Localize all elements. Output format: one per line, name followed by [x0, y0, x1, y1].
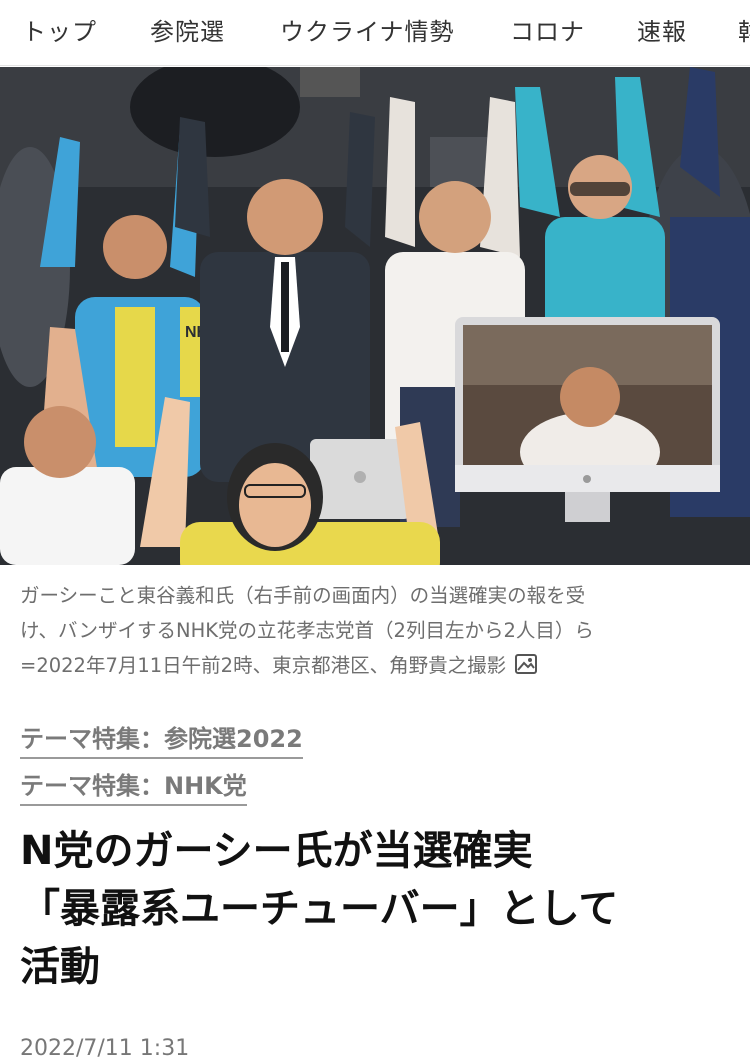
nav-item-ukraine[interactable]: ウクライナ情勢 [280, 12, 455, 47]
article-photo[interactable]: NHK [0, 67, 750, 565]
photo-illustration: NHK [0, 67, 750, 565]
nav-item-korea[interactable]: 韓 [738, 12, 750, 47]
article-date: 2022/7/11 1:31 [20, 1036, 190, 1061]
headline-line: N党のガーシー氏が当選確実 [20, 828, 533, 874]
photo-gallery-icon[interactable] [514, 652, 538, 676]
caption-line-text: =2022年7月11日午前2時、東京都港区、角野貴之撮影 [20, 654, 507, 677]
caption-line: =2022年7月11日午前2時、東京都港区、角野貴之撮影 [20, 648, 732, 683]
photo-caption: ガーシーこと東谷義和氏（右手前の画面内）の当選確実の報を受 け、バンザイするNH… [20, 578, 732, 683]
caption-line: け、バンザイするNHK党の立花孝志党首（2列目左から2人目）ら [20, 619, 594, 642]
nav-item-corona[interactable]: コロナ [510, 12, 585, 47]
nav-item-election[interactable]: 参院選 [150, 12, 225, 47]
nav-item-breaking[interactable]: 速報 [637, 12, 687, 47]
top-nav: トップ 参院選 ウクライナ情勢 コロナ 速報 韓 [0, 0, 750, 66]
theme-link-election-2022[interactable]: テーマ特集：参院選2022 [20, 719, 303, 759]
theme-link-nhk-party[interactable]: テーマ特集：NHK党 [20, 766, 247, 806]
nav-item-top[interactable]: トップ [22, 12, 97, 47]
headline-line: 活動 [20, 944, 100, 990]
article-headline: N党のガーシー氏が当選確実 「暴露系ユーチューバー」として 活動 [20, 822, 732, 996]
headline-line: 「暴露系ユーチューバー」として [20, 886, 619, 932]
caption-line: ガーシーこと東谷義和氏（右手前の画面内）の当選確実の報を受 [20, 584, 586, 607]
